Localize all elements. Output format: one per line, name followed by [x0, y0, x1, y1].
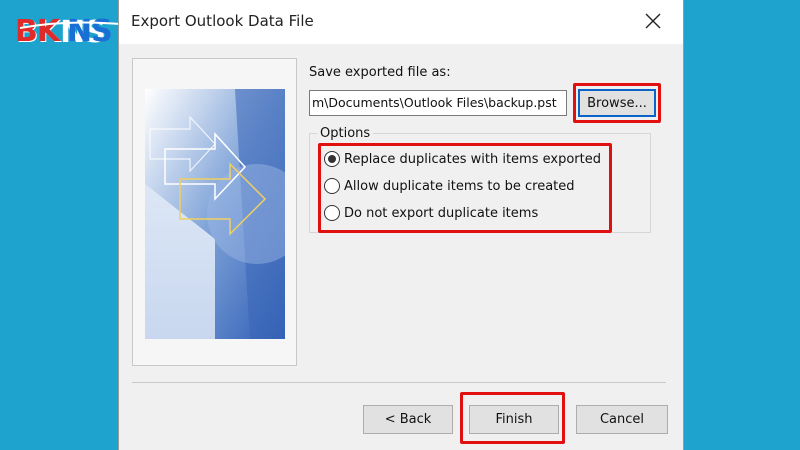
dialog-title: Export Outlook Data File	[131, 12, 314, 30]
browse-button[interactable]: Browse...	[578, 89, 656, 117]
wizard-graphic-frame	[132, 58, 297, 366]
title-bar: Export Outlook Data File	[119, 0, 683, 44]
radio-button[interactable]	[324, 205, 340, 221]
export-dialog: Export Outlook Data File Save exported f…	[118, 0, 684, 450]
close-icon[interactable]	[641, 9, 665, 33]
radio-button-selected[interactable]	[324, 151, 340, 167]
option-label: Do not export duplicate items	[344, 205, 539, 221]
file-path-input[interactable]: m\Documents\Outlook Files\backup.pst	[309, 90, 567, 116]
wizard-graphic	[145, 89, 285, 339]
option-label: Allow duplicate items to be created	[344, 178, 575, 194]
divider	[132, 382, 666, 383]
cancel-button[interactable]: Cancel	[576, 405, 668, 434]
option-label: Replace duplicates with items exported	[344, 151, 601, 167]
save-as-label: Save exported file as:	[309, 65, 451, 80]
radio-button[interactable]	[324, 178, 340, 194]
option-no-duplicates[interactable]: Do not export duplicate items	[324, 205, 538, 221]
back-button[interactable]: < Back	[363, 405, 453, 434]
svg-text:BK: BK	[15, 14, 62, 49]
finish-button[interactable]: Finish	[469, 405, 559, 434]
option-replace-duplicates[interactable]: Replace duplicates with items exported	[324, 151, 601, 167]
options-legend: Options	[317, 126, 374, 141]
option-allow-duplicates[interactable]: Allow duplicate items to be created	[324, 178, 575, 194]
svg-text:NS: NS	[67, 14, 112, 49]
